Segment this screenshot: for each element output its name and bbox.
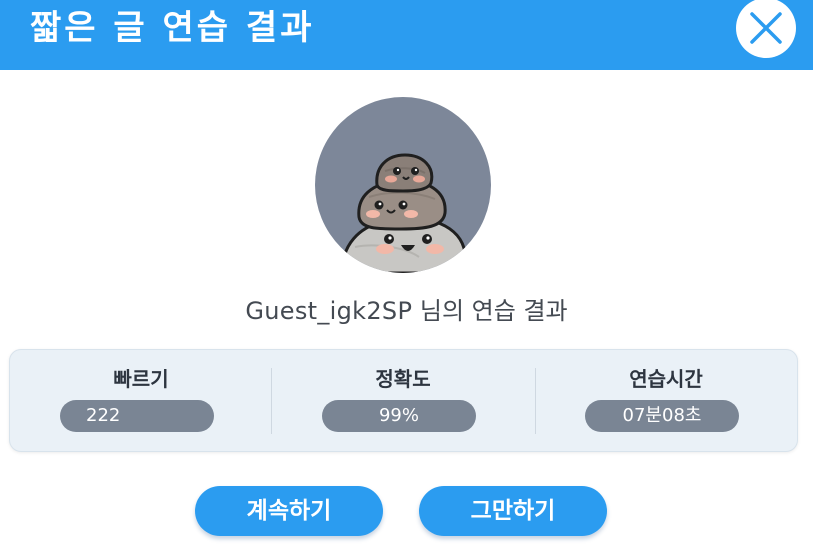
stat-accuracy: 정확도 99%: [272, 350, 534, 451]
dialog-title: 짧은 글 연습 결과: [30, 8, 315, 48]
stat-label: 정확도: [375, 367, 431, 391]
result-owner-line: Guest_igk2SP 님의 연습 결과: [0, 294, 813, 328]
stats-card: 빠르기 222 정확도 99% 연습시간 07분08초: [9, 349, 798, 452]
close-button[interactable]: [736, 0, 796, 58]
stat-value: 99%: [322, 400, 476, 432]
stat-value: 222: [86, 405, 121, 426]
username: Guest_igk2SP: [245, 297, 413, 325]
stat-speed: 빠르기 222: [10, 350, 272, 451]
stat-value-badge: 222: [60, 400, 214, 432]
stat-value: 07분08초: [585, 400, 739, 432]
stat-label: 연습시간: [629, 367, 703, 391]
result-owner-suffix: 님의 연습 결과: [419, 297, 568, 325]
stop-button[interactable]: 그만하기: [419, 486, 607, 536]
result-dialog: 짧은 글 연습 결과 Guest_igk2SP 님의 연습 결과 빠르기 222…: [0, 0, 813, 553]
continue-button[interactable]: 계속하기: [195, 486, 383, 536]
stat-label: 빠르기: [113, 367, 169, 391]
avatar: [315, 97, 491, 273]
dialog-header: 짧은 글 연습 결과: [0, 0, 813, 70]
close-icon: [750, 12, 782, 44]
stacked-characters-avatar-image: [341, 153, 469, 273]
stat-practice-time: 연습시간 07분08초: [535, 350, 797, 451]
